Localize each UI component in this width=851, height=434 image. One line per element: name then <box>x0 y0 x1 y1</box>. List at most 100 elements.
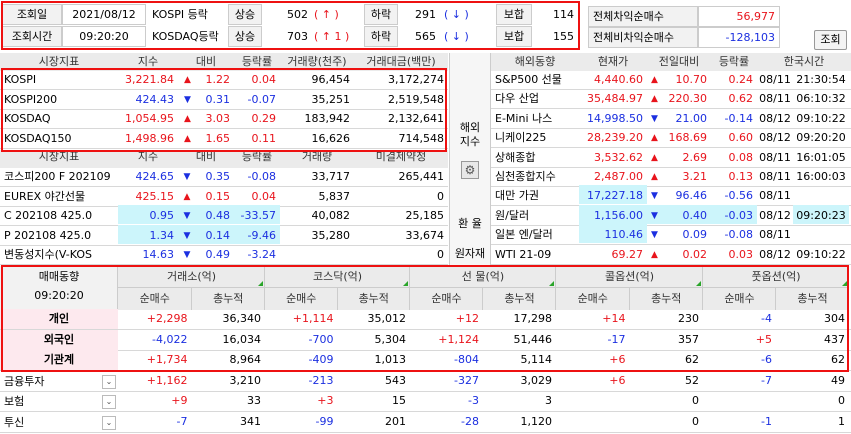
investor-value: 0 <box>692 394 699 407</box>
world-price: 1,156.00 <box>579 204 647 224</box>
investor-value: -327 <box>454 373 479 387</box>
col-header-rate-2: 등락률 <box>241 150 273 163</box>
investor-row[interactable]: 금융투자 ⌄ +1,162 3,210 -213 543 -327 3,029 +6 52 -7 49 <box>0 372 851 392</box>
investor-value: 543 <box>385 373 406 387</box>
kosdaq-up-marker: ( ↑ 1 ) <box>314 30 350 43</box>
investor-value: 15 <box>392 394 406 407</box>
investor-value: 1,120 <box>520 414 553 428</box>
world-row[interactable]: 상해종합 3,532.62 ▲ 2.69 0.08 08/11 16:01:05 <box>491 149 851 168</box>
world-row[interactable]: 다우 산업 35,484.97 ▲ 220.30 0.62 08/11 06:10:32 <box>491 90 851 110</box>
fx-button[interactable]: 환 율 <box>450 213 490 235</box>
investor-row[interactable]: 기관계 +1,734 8,964 -409 1,013 -804 5,114 +6 62 -6 62 <box>0 350 851 371</box>
investor-group-header: 거래소(억) <box>118 266 265 288</box>
investor-row[interactable]: 개인 +2,298 36,340 +1,114 35,012 +12 17,298 +14 23… <box>0 309 851 330</box>
market-row[interactable]: KOSDAQ 1,054.95 ▲ 3.03 0.29 183,942 2,132,641 <box>0 110 448 129</box>
derivative-index: 14.63 <box>142 248 175 261</box>
world-time: 09:10:22 <box>796 247 846 261</box>
investor-row[interactable]: 투신 ⌄ -7 341 -99 201 -28 1,120 0 -1 1 <box>0 413 851 433</box>
investor-name: 기관계 <box>0 350 118 370</box>
gear-icon[interactable]: ⚙ <box>461 161 479 179</box>
investor-value: 16,034 <box>222 332 262 346</box>
world-rate: -0.03 <box>711 204 757 224</box>
chevron-down-icon[interactable]: ⌄ <box>102 415 116 430</box>
investor-group-label: 콜옵션(억) <box>604 270 655 283</box>
investor-row[interactable]: 보험 ⌄ +9 33 +3 15 -3 3 0 0 <box>0 392 851 412</box>
investor-value: 357 <box>678 332 699 346</box>
world-row[interactable]: 심천종합지수 2,487.00 ▲ 3.21 0.13 08/11 16:00:03 <box>491 168 851 187</box>
program-arb-value: 56,977 <box>698 6 780 27</box>
world-time: 16:01:05 <box>796 150 846 164</box>
market-indicator-table: 시장지표 지수 대비 등락률 거래량(천주) 거래대금(백만) KOSPI 3,2… <box>0 53 448 265</box>
investor-name: 개인 <box>0 309 118 329</box>
chevron-down-icon[interactable]: ⌄ <box>102 395 116 409</box>
sort-corner-icon <box>696 281 701 286</box>
investor-value: -213 <box>308 373 334 387</box>
investor-sub-label: 총누적 <box>213 292 244 305</box>
col-header-index-2: 지수 <box>137 150 159 163</box>
derivative-rate: -3.24 <box>247 248 276 261</box>
derivative-rate: 0.04 <box>251 189 277 203</box>
world-row[interactable]: 원/달러 1,156.00 ▼ 0.40 -0.03 08/12 09:20:23 <box>491 204 851 226</box>
down-arrow-icon: ▼ <box>651 230 658 241</box>
investor-value: +3 <box>317 394 334 407</box>
derivative-row[interactable]: EUREX 야간선물 425.15 ▲ 0.15 0.04 5,837 0 <box>0 188 448 207</box>
up-arrow-icon: ▲ <box>651 249 658 260</box>
investor-value: 0 <box>692 414 699 428</box>
top-status-panel: 조회일 2021/08/12 KOSPI 등락 상승 502 ( ↑ ) 하락 … <box>0 0 851 50</box>
derivative-row[interactable]: C 202108 425.0 0.95 ▼ 0.48 -33.57 40,082 25,18… <box>0 205 448 226</box>
query-time-field[interactable]: 09:20:20 <box>62 26 146 47</box>
world-time <box>793 185 849 204</box>
sort-corner-icon <box>403 281 408 286</box>
investor-time: 09:20:20 <box>34 289 84 302</box>
down-arrow-icon: ▼ <box>183 172 191 182</box>
world-change: 3.21 <box>682 170 708 183</box>
derivative-row[interactable]: 변동성지수(V-KOS 14.63 ▼ 0.49 -3.24 0 <box>0 246 448 265</box>
derivative-oi: 0 <box>437 248 444 261</box>
world-row[interactable]: 일본 엔/달러 110.46 ▼ 0.09 -0.08 08/11 <box>491 224 851 246</box>
world-row[interactable]: E-Mini 나스 14,998.50 ▼ 21.00 -0.14 08/12 09:10:… <box>491 110 851 129</box>
investor-row[interactable]: 외국인 -4,022 16,034 -700 5,304 +1,124 51,446 -17 3… <box>0 329 851 351</box>
up-arrow-icon: ▲ <box>651 94 658 105</box>
investor-sub-label: 순매수 <box>724 292 755 305</box>
world-price: 3,532.62 <box>594 150 643 164</box>
investor-value: 341 <box>240 414 261 428</box>
commodity-button[interactable]: 원자재 <box>450 243 490 265</box>
investor-sub-label: 순매수 <box>431 292 462 305</box>
investor-value: 49 <box>831 373 845 387</box>
world-rate: 0.24 <box>728 73 754 86</box>
investor-value: -409 <box>308 353 334 366</box>
investor-value: +12 <box>455 312 479 325</box>
investor-sub-label: 순매수 <box>286 292 317 305</box>
world-row[interactable]: 대만 가권 17,227.18 ▼ 96.46 -0.56 08/11 <box>491 185 851 207</box>
kospi-flat-label: 보합 <box>496 4 532 25</box>
chevron-down-icon[interactable]: ⌄ <box>102 374 116 389</box>
world-rate: 0.60 <box>728 131 754 145</box>
world-row[interactable]: S&P500 선물 4,440.60 ▲ 10.70 0.24 08/11 21:30:54 <box>491 71 851 90</box>
query-button[interactable]: 조회 <box>814 30 847 50</box>
kosdaq-flat-count: 155 <box>553 30 574 43</box>
kospi-down-marker: ( ↓ ) <box>444 8 469 21</box>
kosdaq-down-label: 하락 <box>364 26 398 47</box>
kospi-up-label: 상승 <box>228 4 262 25</box>
investor-value <box>703 391 776 411</box>
world-row[interactable]: 니케이225 28,239.20 ▲ 168.69 0.60 08/12 09:20:20 <box>491 129 851 149</box>
derivative-row[interactable]: 코스피200 F 202109 424.65 ▼ 0.35 -0.08 33,717 265… <box>0 168 448 187</box>
market-row[interactable]: KOSPI200 424.43 ▼ 0.31 -0.07 35,251 2,519,548 <box>0 91 448 110</box>
investor-value: +9 <box>171 394 188 407</box>
market-row[interactable]: KOSPI 3,221.84 ▲ 1.22 0.04 96,454 3,172,274 <box>0 71 448 90</box>
derivative-rate: -0.08 <box>247 170 276 183</box>
query-date-field[interactable]: 2021/08/12 <box>62 4 146 25</box>
world-change: 21.00 <box>675 111 708 125</box>
investor-value: -4 <box>761 312 772 325</box>
investor-value: +5 <box>755 332 772 346</box>
world-row[interactable]: WTI 21-09 69.27 ▲ 0.02 0.03 08/12 09:10:22 <box>491 246 851 265</box>
world-market-table: 해외동향 현재가 전일대비 등락률 한국시간 S&P500 선물 4,440.60… <box>491 53 851 265</box>
derivative-index: 0.95 <box>118 205 178 224</box>
investor-sub-header: 총누적 <box>191 288 265 310</box>
kosdaq-down-marker: ( ↓ ) <box>444 30 469 43</box>
investor-value: 3,210 <box>229 373 262 387</box>
investor-sub-header: 총누적 <box>337 288 410 310</box>
world-rate: -0.56 <box>724 189 753 203</box>
investor-value: +6 <box>609 353 626 366</box>
derivative-row[interactable]: P 202108 425.0 1.34 ▼ 0.14 -9.46 35,280 33,674 <box>0 224 448 246</box>
